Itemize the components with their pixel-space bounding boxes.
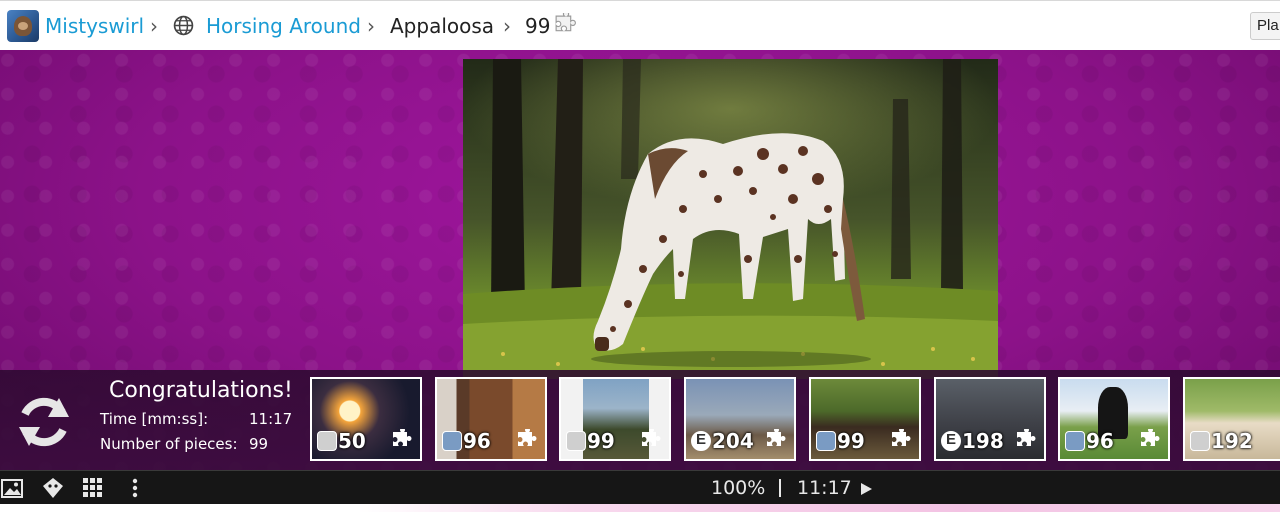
- puzzle-thumbnail[interactable]: 99: [559, 377, 671, 461]
- puzzle-piece-icon: [1017, 429, 1036, 446]
- completed-puzzle-image: [463, 59, 998, 379]
- puzzle-thumbnail[interactable]: 50: [310, 377, 422, 461]
- congratulations-title: Congratulations!: [109, 378, 293, 403]
- puzzle-piece-icon: [555, 13, 576, 32]
- puzzle-thumbnail[interactable]: 192: [1183, 377, 1280, 461]
- group-avatar-icon: [442, 431, 462, 451]
- pieces-value: 99: [249, 435, 269, 453]
- result-panel: Congratulations! Time [mm:ss]: 11:17 Num…: [0, 370, 1280, 470]
- puzzle-thumbnail[interactable]: 198: [934, 377, 1046, 461]
- chevron-right-icon: ›: [150, 14, 158, 38]
- puzzle-piece-icon: [1141, 429, 1160, 446]
- thumbnail-piece-count: 99: [587, 429, 615, 453]
- thumbnail-piece-count: 96: [463, 429, 491, 453]
- breadcrumb-piece-count: 99: [525, 14, 551, 38]
- e-badge-icon: [941, 431, 961, 451]
- thumbnail-piece-count: 99: [837, 429, 865, 453]
- globe-icon: [173, 15, 194, 36]
- thumbnail-piece-count: 198: [962, 429, 1004, 453]
- thumbnail-piece-count: 96: [1086, 429, 1114, 453]
- ghost-image-icon[interactable]: [40, 476, 66, 500]
- thumbnail-piece-count: 204: [712, 429, 754, 453]
- puzzle-thumbnail[interactable]: 96: [435, 377, 547, 461]
- puzzle-piece-icon: [767, 429, 786, 446]
- user-avatar-icon: [1190, 431, 1210, 451]
- group-avatar-icon: [816, 431, 836, 451]
- divider: [779, 479, 781, 497]
- thumbnail-piece-count: 50: [338, 429, 366, 453]
- breadcrumb-gallery-link[interactable]: Horsing Around: [206, 13, 361, 39]
- breadcrumb-bar: Mistyswirl › Horsing Around › Appaloosa …: [0, 0, 1280, 50]
- image-icon[interactable]: [0, 476, 26, 500]
- puzzle-piece-icon: [892, 429, 911, 446]
- group-avatar-icon: [1065, 431, 1085, 451]
- puzzle-thumbnail[interactable]: 96: [1058, 377, 1170, 461]
- breadcrumb-puzzle-title: Appaloosa: [390, 14, 495, 38]
- time-label: Time [mm:ss]:: [100, 410, 209, 428]
- user-avatar-icon: [566, 431, 586, 451]
- puzzle-thumbnail[interactable]: 204: [684, 377, 796, 461]
- grid-icon[interactable]: [80, 476, 106, 500]
- thumbnail-piece-count: 192: [1211, 429, 1253, 453]
- breadcrumb-user-link[interactable]: Mistyswirl: [45, 13, 144, 39]
- puzzle-piece-icon: [642, 429, 661, 446]
- play-button[interactable]: Pla: [1250, 12, 1280, 40]
- more-options-icon[interactable]: [122, 476, 148, 500]
- elapsed-timer: 11:17: [797, 477, 852, 499]
- play-icon[interactable]: [861, 483, 872, 495]
- puzzle-piece-icon: [393, 429, 412, 446]
- zoom-level: 100%: [711, 477, 766, 499]
- e-badge-icon: [691, 431, 711, 451]
- chevron-right-icon: ›: [367, 14, 375, 38]
- refresh-icon[interactable]: [12, 390, 76, 454]
- time-value: 11:17: [249, 410, 293, 428]
- chevron-right-icon: ›: [503, 14, 511, 38]
- page-footer-strip: [0, 504, 1280, 512]
- user-avatar[interactable]: [7, 10, 39, 42]
- bottom-toolbar: 100% 11:17: [0, 470, 1280, 504]
- puzzle-thumbnail[interactable]: 99: [809, 377, 921, 461]
- pieces-label: Number of pieces:: [100, 435, 238, 453]
- puzzle-piece-icon: [518, 429, 537, 446]
- user-avatar-icon: [317, 431, 337, 451]
